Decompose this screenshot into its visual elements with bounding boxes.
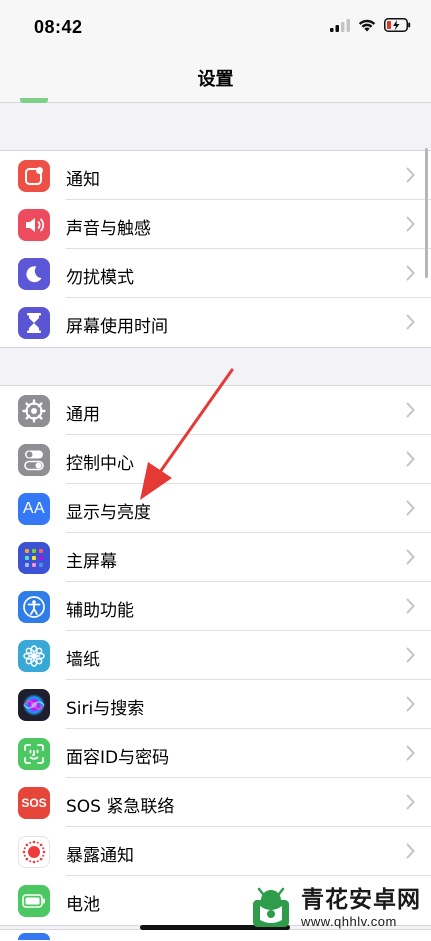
settings-row-siri-search[interactable]: Siri与搜索	[0, 680, 431, 729]
watermark: 青花安卓网 www.qhhlv.com	[247, 886, 421, 930]
chevron-right-icon	[406, 216, 415, 232]
chevron-right-icon	[406, 598, 415, 614]
wifi-icon	[358, 19, 376, 32]
chevron-right-icon	[406, 265, 415, 281]
home-grid-icon	[18, 542, 50, 574]
flower-icon	[18, 640, 50, 672]
settings-row-wallpaper[interactable]: 墙纸	[0, 631, 431, 680]
settings-row-emergency-sos[interactable]: SOS SOS 紧急联络	[0, 778, 431, 827]
settings-row-label: Siri与搜索	[66, 699, 145, 719]
settings-row-general[interactable]: 通用	[0, 386, 431, 435]
settings-group-1: 通知 声音与触感 勿扰模式 屏幕使用时间	[0, 150, 431, 348]
chevron-right-icon	[406, 647, 415, 663]
battery-charging-icon	[384, 18, 411, 32]
chevron-right-icon	[406, 794, 415, 810]
sos-glyph: SOS	[21, 796, 47, 810]
partially-visible-row-icon	[20, 98, 48, 103]
exposure-icon	[18, 836, 50, 868]
settings-row-label: 通知	[66, 170, 100, 190]
toggles-icon	[18, 444, 50, 476]
settings-row-display-brightness[interactable]: AA 显示与亮度	[0, 484, 431, 533]
settings-row-face-id-passcode[interactable]: 面容ID与密码	[0, 729, 431, 778]
settings-row-label: 声音与触感	[66, 219, 151, 239]
watermark-url: www.qhhlv.com	[301, 913, 397, 929]
settings-row-label: 墙纸	[66, 650, 100, 670]
settings-row-label: 屏幕使用时间	[66, 317, 168, 337]
settings-row-do-not-disturb[interactable]: 勿扰模式	[0, 249, 431, 298]
status-time: 08:42	[34, 17, 83, 37]
cellular-signal-icon	[330, 18, 350, 32]
chevron-right-icon	[406, 167, 415, 183]
text-size-icon: AA	[18, 493, 50, 525]
settings-row-label: 暴露通知	[66, 846, 134, 866]
settings-row-exposure-notifications[interactable]: 暴露通知	[0, 827, 431, 876]
face-id-icon	[18, 738, 50, 770]
hourglass-icon	[18, 307, 50, 339]
page-title: 设置	[197, 69, 234, 90]
settings-row-label: 电池	[66, 895, 100, 915]
chevron-right-icon	[406, 843, 415, 859]
settings-row-accessibility[interactable]: 辅助功能	[0, 582, 431, 631]
settings-row-label: SOS 紧急联络	[66, 797, 175, 817]
settings-row-home-screen[interactable]: 主屏幕	[0, 533, 431, 582]
notifications-icon	[18, 160, 50, 192]
gear-icon	[18, 395, 50, 427]
accessibility-icon	[18, 591, 50, 623]
settings-row-label: 面容ID与密码	[66, 748, 170, 768]
settings-row-screen-time[interactable]: 屏幕使用时间	[0, 298, 431, 347]
partially-visible-next-group	[0, 929, 431, 941]
text-size-glyph: AA	[22, 500, 46, 517]
scroll-indicator[interactable]	[425, 148, 428, 278]
settings-row-control-center[interactable]: 控制中心	[0, 435, 431, 484]
settings-row-label: 显示与亮度	[66, 503, 151, 523]
watermark-name: 青花安卓网	[301, 886, 421, 913]
settings-group-2: 通用 控制中心 AA 显示与亮度 主屏幕 辅助功能 墙纸 Siri与搜索 面容I…	[0, 385, 431, 926]
settings-row-label: 通用	[66, 405, 100, 425]
watermark-logo-icon	[253, 887, 289, 927]
status-bar: 08:42	[0, 0, 431, 52]
settings-row-sounds[interactable]: 声音与触感	[0, 200, 431, 249]
navigation-bar: 设置	[0, 52, 431, 103]
chevron-right-icon	[406, 314, 415, 330]
chevron-right-icon	[406, 402, 415, 418]
settings-row-label: 辅助功能	[66, 601, 134, 621]
chevron-right-icon	[406, 549, 415, 565]
chevron-right-icon	[406, 500, 415, 516]
settings-row-label: 勿扰模式	[66, 268, 134, 288]
speaker-icon	[18, 209, 50, 241]
chevron-right-icon	[406, 451, 415, 467]
battery-icon	[18, 885, 50, 917]
partially-visible-row-icon	[18, 933, 50, 940]
siri-icon	[18, 689, 50, 721]
moon-icon	[18, 258, 50, 290]
chevron-right-icon	[406, 696, 415, 712]
status-icons	[330, 18, 411, 32]
settings-row-label: 控制中心	[66, 454, 134, 474]
sos-icon: SOS	[18, 787, 50, 819]
settings-row-label: 主屏幕	[66, 552, 117, 572]
chevron-right-icon	[406, 745, 415, 761]
settings-row-notifications[interactable]: 通知	[0, 151, 431, 200]
